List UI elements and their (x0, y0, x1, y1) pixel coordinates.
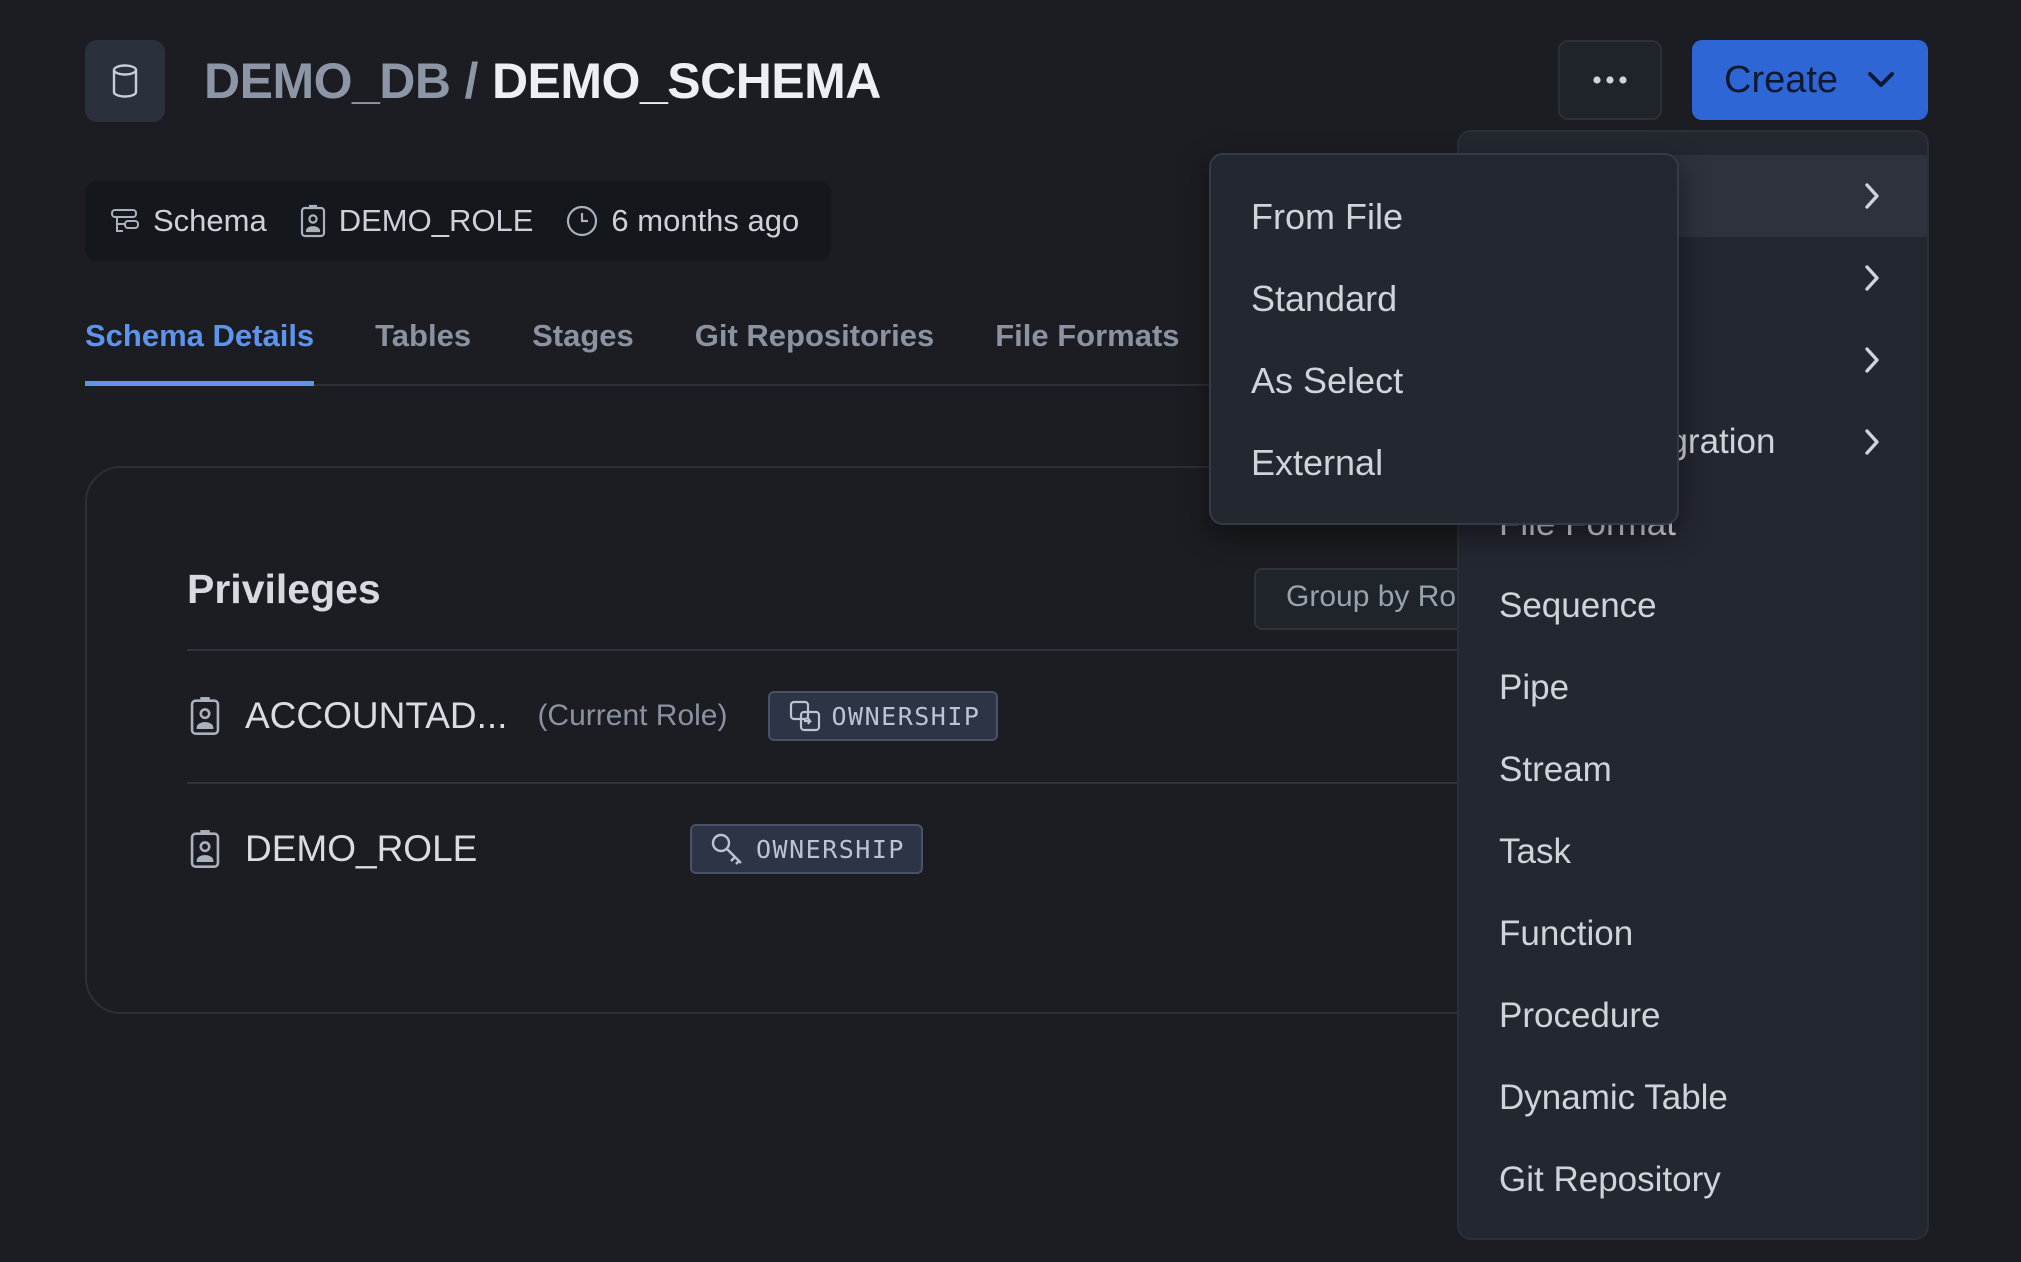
tab-file-formats[interactable]: File Formats (995, 312, 1179, 386)
meta-owner: DEMO_ROLE (299, 203, 534, 239)
meta-owner-role: DEMO_ROLE (338, 203, 534, 238)
submenu-item-external[interactable]: External (1211, 428, 1677, 498)
meta-type-label: Schema (153, 203, 267, 238)
privileges-card: Privileges Group by Ro ACCOUNTAD... (Cur… (85, 466, 1585, 1014)
meta-modified: 6 months ago (565, 203, 799, 239)
schema-icon (111, 209, 139, 232)
table-submenu: From File Standard As Select External (1209, 153, 1679, 525)
chevron-right-icon (1865, 429, 1879, 455)
chevron-right-icon (1865, 183, 1879, 209)
role-icon (190, 697, 220, 735)
page-title: DEMO_DB / DEMO_SCHEMA (204, 50, 881, 112)
submenu-item-as-select[interactable]: As Select (1211, 346, 1677, 416)
role-icon (300, 204, 325, 238)
tab-stages[interactable]: Stages (532, 312, 634, 386)
badge-label: OWNERSHIP (756, 834, 905, 864)
breadcrumb-schema: DEMO_SCHEMA (491, 53, 881, 109)
ownership-badge: OWNERSHIP (767, 691, 999, 741)
database-icon (85, 40, 165, 122)
object-meta-bar: Schema DEMO_ROLE 6 months ago (85, 181, 831, 261)
create-button[interactable]: Create (1692, 40, 1928, 120)
create-menu-item-procedure[interactable]: Procedure (1459, 975, 1927, 1057)
chevron-right-icon (1865, 347, 1879, 373)
transfer-icon (789, 700, 820, 732)
meta-modified-time: 6 months ago (611, 203, 800, 238)
divider (187, 782, 1583, 784)
ownership-badge: OWNERSHIP (690, 824, 923, 874)
privilege-row: ACCOUNTAD... (Current Role) OWNERSHIP (187, 686, 1487, 746)
tab-git-repositories[interactable]: Git Repositories (695, 312, 934, 386)
submenu-item-standard[interactable]: Standard (1211, 264, 1677, 334)
privileges-title: Privileges (187, 566, 381, 612)
role-icon (190, 830, 220, 868)
more-actions-button[interactable] (1558, 40, 1662, 120)
tab-tables[interactable]: Tables (375, 312, 471, 386)
breadcrumb-separator: / (464, 53, 479, 109)
privilege-row: DEMO_ROLE OWNERSHIP (187, 819, 1487, 879)
clock-icon (567, 205, 598, 237)
create-menu-item-sequence[interactable]: Sequence (1459, 565, 1927, 647)
breadcrumb-database[interactable]: DEMO_DB (204, 52, 451, 110)
ellipsis-icon (1593, 76, 1627, 84)
badge-label: OWNERSHIP (831, 701, 981, 731)
tab-schema-details[interactable]: Schema Details (85, 312, 315, 386)
submenu-item-from-file[interactable]: From File (1211, 182, 1677, 252)
current-role-note: (Current Role) (537, 699, 728, 732)
chevron-down-icon (1868, 72, 1895, 87)
tab-bar: Schema Details Tables Stages Git Reposit… (85, 312, 1245, 386)
meta-type: Schema (109, 203, 267, 239)
create-menu-item-dynamic-table[interactable]: Dynamic Table (1459, 1057, 1927, 1139)
create-menu-item-stream[interactable]: Stream (1459, 729, 1927, 811)
key-icon (711, 833, 742, 865)
create-menu-item-task[interactable]: Task (1459, 811, 1927, 893)
create-menu-item-git-repository[interactable]: Git Repository (1459, 1139, 1927, 1221)
create-menu-item-pipe[interactable]: Pipe (1459, 647, 1927, 729)
divider (187, 649, 1583, 651)
privilege-role-name: DEMO_ROLE (245, 828, 478, 869)
create-button-label: Create (1724, 58, 1839, 101)
chevron-right-icon (1865, 265, 1879, 291)
privilege-role-name: ACCOUNTAD... (245, 695, 508, 736)
create-menu-item-function[interactable]: Function (1459, 893, 1927, 975)
